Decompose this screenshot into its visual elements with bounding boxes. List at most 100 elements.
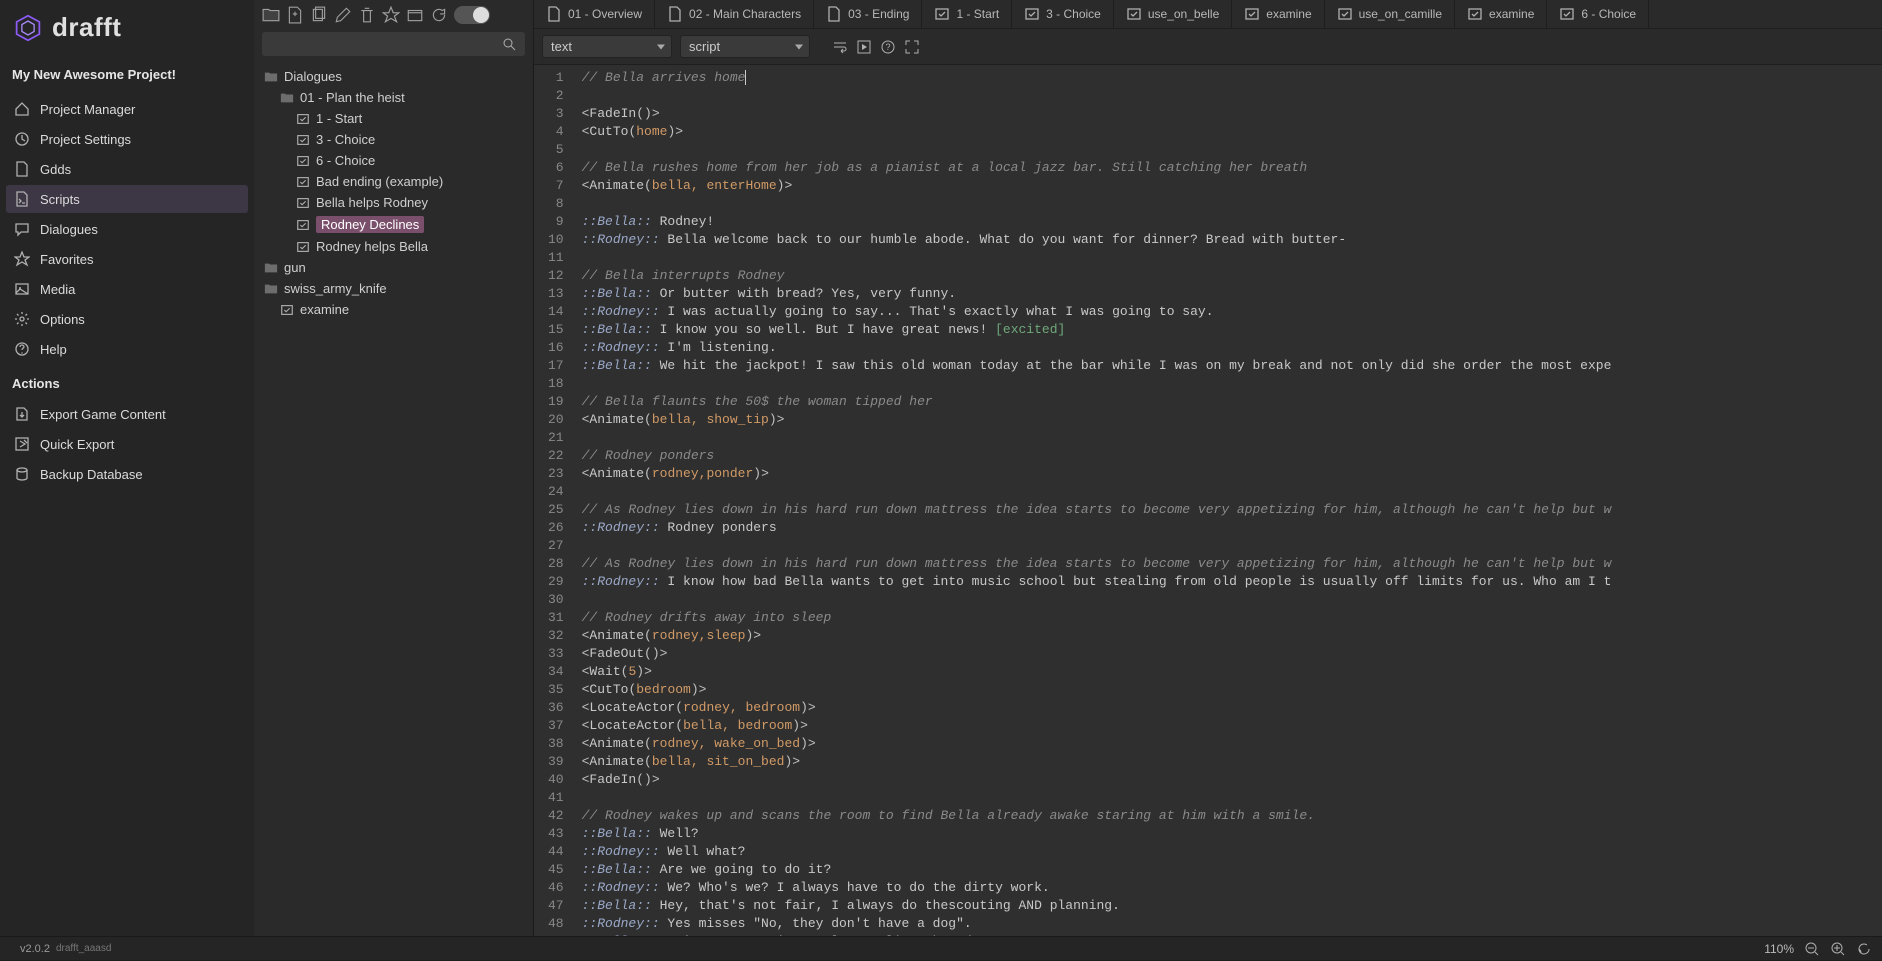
tree-item[interactable]: gun	[254, 257, 533, 278]
nav-favorites[interactable]: Favorites	[0, 244, 254, 274]
play-icon[interactable]	[856, 39, 872, 55]
tree-item[interactable]: 01 - Plan the heist	[254, 87, 533, 108]
nav-project-manager[interactable]: Project Manager	[0, 94, 254, 124]
star-icon	[14, 251, 30, 267]
tab-label: use_on_belle	[1148, 7, 1219, 21]
node-icon	[280, 303, 294, 317]
search-icon[interactable]	[501, 36, 517, 52]
mode-dropdown[interactable]: text	[542, 35, 672, 58]
tab-label: 1 - Start	[956, 7, 999, 21]
tree-item[interactable]: examine	[254, 299, 533, 320]
nav-dialogues[interactable]: Dialogues	[0, 214, 254, 244]
edit-icon[interactable]	[334, 6, 352, 24]
image-icon	[14, 281, 30, 297]
node-icon	[296, 218, 310, 232]
tree-label: gun	[284, 260, 306, 275]
tab-label: examine	[1489, 7, 1534, 21]
tab[interactable]: 01 - Overview	[534, 0, 655, 28]
tab[interactable]: examine	[1455, 0, 1547, 28]
editor-area: 01 - Overview 02 - Main Characters 03 - En…	[534, 0, 1882, 936]
action-quick-export[interactable]: Quick Export	[0, 429, 254, 459]
tab[interactable]: use_on_belle	[1114, 0, 1232, 28]
node-icon	[1244, 6, 1260, 22]
tab[interactable]: 6 - Choice	[1547, 0, 1649, 28]
zoom-level[interactable]: 110%	[1764, 942, 1794, 956]
project-title[interactable]: My New Awesome Project!	[0, 55, 254, 94]
tree-item[interactable]: 6 - Choice	[254, 150, 533, 171]
nav-gdds[interactable]: Gdds	[0, 154, 254, 184]
node-icon	[296, 240, 310, 254]
nav-label: Project Settings	[40, 132, 131, 147]
zoom-in-icon[interactable]	[1830, 941, 1846, 957]
tab[interactable]: 03 - Ending	[814, 0, 922, 28]
nav-project-settings[interactable]: Project Settings	[0, 124, 254, 154]
node-icon	[1467, 6, 1483, 22]
new-file-icon[interactable]	[286, 6, 304, 24]
tab[interactable]: 02 - Main Characters	[655, 0, 814, 28]
action-label: Quick Export	[40, 437, 114, 452]
tree-item[interactable]: swiss_army_knife	[254, 278, 533, 299]
lang-dropdown[interactable]: script	[680, 35, 810, 58]
tree-item[interactable]: Rodney Declines	[254, 213, 533, 236]
tree-item[interactable]: Dialogues	[254, 66, 533, 87]
tab-label: 02 - Main Characters	[689, 7, 801, 21]
nav-label: Options	[40, 312, 85, 327]
help-icon[interactable]: ?	[880, 39, 896, 55]
doc-icon	[667, 6, 683, 22]
tab-label: 01 - Overview	[568, 7, 642, 21]
refresh-icon[interactable]	[430, 6, 448, 24]
wrap-icon[interactable]	[832, 39, 848, 55]
tab-label: 3 - Choice	[1046, 7, 1101, 21]
code-content[interactable]: // Bella arrives home <FadeIn()><CutTo(h…	[574, 65, 1882, 936]
node-icon	[1126, 6, 1142, 22]
tree-item[interactable]: 3 - Choice	[254, 129, 533, 150]
tab-label: 03 - Ending	[848, 7, 909, 21]
script-icon	[14, 191, 30, 207]
node-icon	[1337, 6, 1353, 22]
action-export-game[interactable]: Export Game Content	[0, 399, 254, 429]
fullscreen-icon[interactable]	[904, 39, 920, 55]
action-backup-db[interactable]: Backup Database	[0, 459, 254, 489]
sync-icon[interactable]	[1856, 941, 1872, 957]
nav-options[interactable]: Options	[0, 304, 254, 334]
app-logo: drafft	[0, 0, 254, 55]
tree-item[interactable]: Bella helps Rodney	[254, 192, 533, 213]
tree-search[interactable]	[262, 32, 525, 56]
svg-text:?: ?	[885, 42, 890, 52]
zoom-out-icon[interactable]	[1804, 941, 1820, 957]
folder-icon	[280, 91, 294, 105]
node-icon	[934, 6, 950, 22]
tree-label: examine	[300, 302, 349, 317]
tab[interactable]: 1 - Start	[922, 0, 1012, 28]
search-input[interactable]	[270, 37, 501, 52]
copy-icon[interactable]	[310, 6, 328, 24]
new-folder-icon[interactable]	[262, 6, 280, 24]
tree-item[interactable]: 1 - Start	[254, 108, 533, 129]
nav-label: Scripts	[40, 192, 80, 207]
node-icon	[296, 112, 310, 126]
tab[interactable]: examine	[1232, 0, 1324, 28]
tab[interactable]: use_on_camille	[1325, 0, 1455, 28]
version-number: v2.0.2	[20, 943, 50, 955]
tree-label: 1 - Start	[316, 111, 362, 126]
tree-item[interactable]: Rodney helps Bella	[254, 236, 533, 257]
tab[interactable]: 3 - Choice	[1012, 0, 1114, 28]
archive-icon[interactable]	[406, 6, 424, 24]
nav-help[interactable]: Help	[0, 334, 254, 364]
tree-label: Bad ending (example)	[316, 174, 443, 189]
tree-label: Rodney Declines	[316, 216, 424, 233]
export-icon	[14, 406, 30, 422]
nav-scripts[interactable]: Scripts	[6, 185, 248, 213]
tree-item[interactable]: Bad ending (example)	[254, 171, 533, 192]
line-gutter: 1234567891011121314151617181920212223242…	[534, 65, 574, 936]
nav-media[interactable]: Media	[0, 274, 254, 304]
nav-label: Dialogues	[40, 222, 98, 237]
tabs-row: 01 - Overview 02 - Main Characters 03 - En…	[534, 0, 1882, 28]
star-icon[interactable]	[382, 6, 400, 24]
tree-panel: Dialogues01 - Plan the heist 1 - Start 3 -…	[254, 0, 534, 936]
home-icon	[14, 101, 30, 117]
lock-toggle[interactable]	[454, 6, 490, 24]
code-editor[interactable]: 1234567891011121314151617181920212223242…	[534, 65, 1882, 936]
delete-icon[interactable]	[358, 6, 376, 24]
node-icon	[296, 154, 310, 168]
